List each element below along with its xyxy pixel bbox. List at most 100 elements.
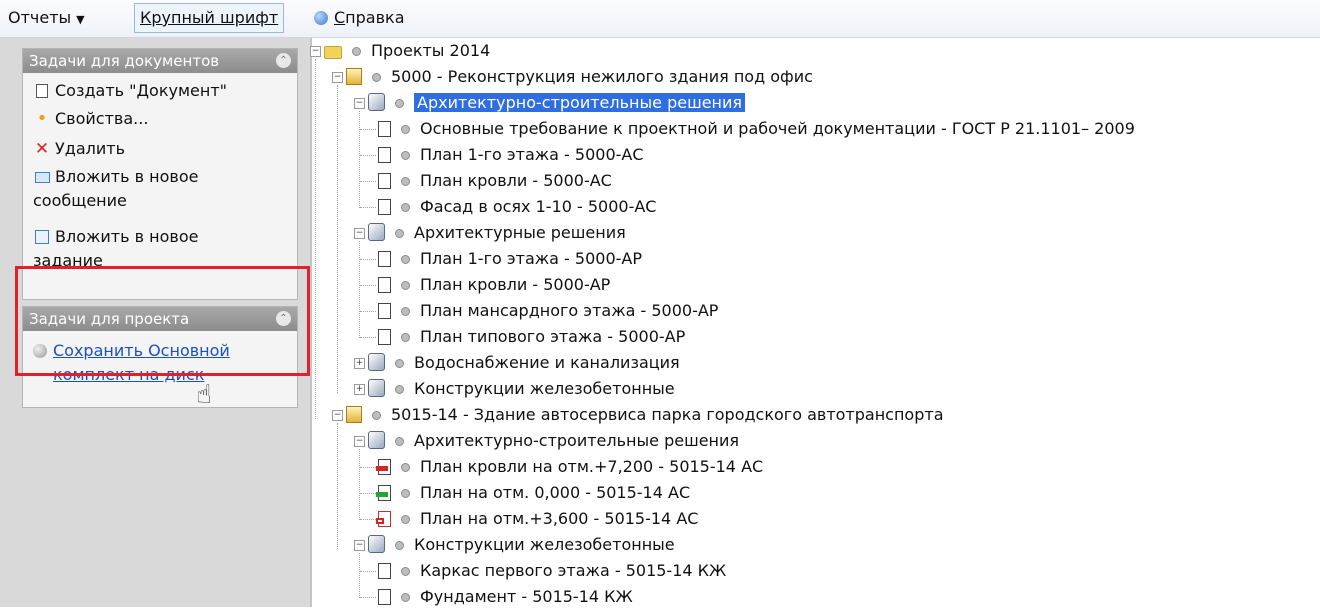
tree-root[interactable]: − Проекты 2014: [310, 38, 491, 64]
status-dot-icon: [372, 73, 381, 82]
status-dot-icon: [372, 411, 381, 420]
status-dot-icon: [395, 437, 404, 446]
tree-set[interactable]: − Конструкции железобетонные: [354, 532, 675, 558]
tree-set[interactable]: + Водоснабжение и канализация: [354, 350, 680, 376]
tree-set[interactable]: − Архитектурные решения: [354, 220, 626, 246]
tree-document[interactable]: План 1-го этажа - 5000-АС: [378, 142, 644, 168]
tree-set-label: Архитектурно-строительные решения: [414, 431, 740, 450]
tree-connector: [360, 129, 376, 130]
properties-task[interactable]: • Свойства...: [33, 107, 149, 131]
document-icon: [378, 199, 391, 215]
collapse-icon[interactable]: ⌃: [276, 53, 291, 68]
document-locked-icon: [376, 459, 391, 475]
tree-root-label: Проекты 2014: [371, 41, 491, 60]
large-font-button[interactable]: Крупный шрифт: [134, 3, 285, 33]
tree-document[interactable]: Каркас первого этажа - 5015-14 КЖ: [378, 558, 726, 584]
document-checkout-icon: [376, 511, 391, 527]
document-icon: [378, 147, 391, 163]
tree-document-label: Фасад в осях 1-10 - 5000-АС: [420, 197, 657, 216]
document-icon: [378, 121, 391, 137]
expand-toggle[interactable]: +: [354, 384, 365, 395]
status-dot-icon: [401, 307, 410, 316]
document-set-icon: [368, 93, 385, 111]
tree-set[interactable]: − Архитектурно-строительные решения: [354, 90, 746, 116]
tree-document-label: План типового этажа - 5000-АР: [420, 327, 686, 346]
create-document-task[interactable]: Создать "Документ": [33, 79, 227, 103]
collapse-toggle[interactable]: −: [332, 410, 343, 421]
tree-connector: [337, 85, 338, 393]
tree-set-label: Архитектурно-строительные решения: [414, 93, 746, 112]
tree-document-label: План 1-го этажа - 5000-АС: [420, 145, 644, 164]
document-set-icon: [368, 379, 385, 397]
tree-connector: [315, 59, 316, 419]
tree-document[interactable]: План типового этажа - 5000-АР: [378, 324, 685, 350]
tree-document[interactable]: Фундамент - 5015-14 КЖ: [378, 584, 633, 610]
tree-document[interactable]: План кровли - 5000-АС: [378, 168, 612, 194]
large-font-label: рупный шрифт: [151, 8, 279, 27]
document-icon: [378, 173, 391, 189]
attach-message-label: Вложить в новое: [55, 167, 199, 186]
tree-connector: [360, 285, 376, 286]
document-tasks-panel: Задачи для документов ⌃ Создать "Докумен…: [22, 48, 298, 300]
document-icon: [378, 329, 391, 345]
tree-document[interactable]: План на отм.+3,600 - 5015-14 АС: [376, 506, 698, 532]
status-dot-icon: [401, 255, 410, 264]
attach-message-label-2: сообщение: [33, 191, 127, 210]
tree-connector: [360, 155, 376, 156]
document-set-icon: [368, 223, 385, 241]
tree-connector: [359, 241, 360, 338]
collapse-toggle[interactable]: −: [310, 46, 321, 57]
tree-set[interactable]: − Архитектурно-строительные решения: [354, 428, 740, 454]
tree-document[interactable]: План кровли - 5000-АР: [378, 272, 610, 298]
tree-connector: [360, 493, 376, 494]
tree-project[interactable]: − 5000 - Реконструкция нежилого здания п…: [332, 64, 813, 90]
expand-toggle[interactable]: +: [354, 358, 365, 369]
properties-icon: •: [36, 108, 48, 129]
tree-document[interactable]: План мансардного этажа - 5000-АР: [378, 298, 718, 324]
status-dot-icon: [352, 47, 361, 56]
tree-document[interactable]: План на отм. 0,000 - 5015-14 АС: [376, 480, 691, 506]
collapse-toggle[interactable]: −: [354, 228, 365, 239]
tree-document[interactable]: Фасад в осях 1-10 - 5000-АС: [378, 194, 656, 220]
tree-connector: [360, 597, 376, 598]
tree-connector: [359, 553, 360, 598]
tree-project[interactable]: − 5015-14 - Здание автосервиса парка гор…: [332, 402, 944, 428]
tree-document-label: План на отм. 0,000 - 5015-14 АС: [420, 483, 691, 502]
status-dot-icon: [401, 125, 410, 134]
create-document-label: Создать "Документ": [55, 81, 228, 100]
attach-to-message-task[interactable]: Вложить в новое сообщение: [33, 165, 198, 213]
document-icon: [378, 303, 391, 319]
collapse-toggle[interactable]: −: [354, 98, 365, 109]
project-icon: [346, 406, 362, 423]
status-dot-icon: [401, 515, 410, 524]
status-dot-icon: [395, 541, 404, 550]
mail-icon: [34, 172, 50, 183]
help-label: правка: [345, 8, 405, 27]
reports-menu[interactable]: Отчеты ▼: [8, 6, 85, 30]
tree-set[interactable]: + Конструкции железобетонные: [354, 376, 675, 402]
tree-document-label: План 1-го этажа - 5000-АР: [420, 249, 642, 268]
tree-document[interactable]: План 1-го этажа - 5000-АР: [378, 246, 642, 272]
tree-document-label: Каркас первого этажа - 5015-14 КЖ: [420, 561, 727, 580]
collapse-toggle[interactable]: −: [354, 436, 365, 447]
tree-project-label: 5000 - Реконструкция нежилого здания под…: [391, 67, 813, 86]
collapse-toggle[interactable]: −: [354, 540, 365, 551]
status-dot-icon: [395, 99, 404, 108]
tree-connector: [360, 311, 376, 312]
delete-task[interactable]: ✕ Удалить: [33, 137, 125, 161]
tree-connector: [359, 449, 360, 520]
tree-document[interactable]: План кровли на отм.+7,200 - 5015-14 АС: [376, 454, 763, 480]
collapse-toggle[interactable]: −: [332, 72, 343, 83]
folder-icon: [324, 46, 342, 59]
tree-connector: [360, 467, 376, 468]
tree-connector: [337, 423, 338, 549]
status-dot-icon: [401, 203, 410, 212]
tree-document[interactable]: Основные требование к проектной и рабоче…: [378, 116, 1135, 142]
project-tree[interactable]: − Проекты 2014 − 5000 - Реконструкция не…: [310, 38, 1320, 610]
tree-connector: [360, 181, 376, 182]
help-menu[interactable]: Справка: [314, 6, 405, 30]
document-icon: [378, 277, 391, 293]
document-approved-icon: [376, 485, 391, 501]
document-tasks-header[interactable]: Задачи для документов ⌃: [23, 49, 297, 73]
reports-menu-label: Отчеты: [8, 8, 72, 27]
